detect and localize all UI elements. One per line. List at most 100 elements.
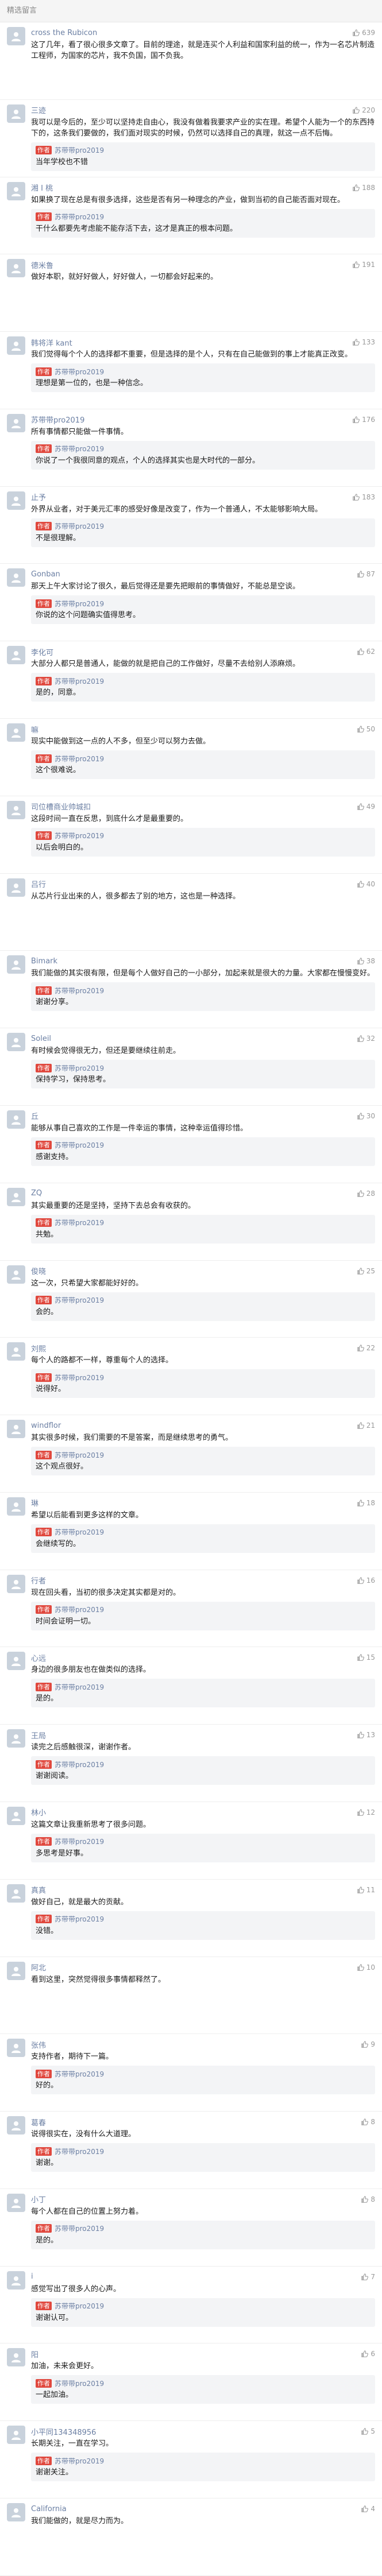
commenter-name[interactable]: 嘛 — [31, 724, 357, 735]
avatar[interactable] — [7, 2503, 25, 2521]
commenter-name[interactable]: 丘 — [31, 1110, 357, 1121]
like-button[interactable]: 8 — [361, 2118, 375, 2126]
commenter-name[interactable]: 行者 — [31, 1575, 357, 1586]
like-button[interactable]: 38 — [357, 957, 375, 965]
like-button[interactable]: 40 — [357, 880, 375, 888]
avatar[interactable] — [7, 1420, 25, 1439]
like-button[interactable]: 8 — [361, 2195, 375, 2203]
avatar[interactable] — [7, 27, 25, 45]
commenter-name[interactable]: windflor — [31, 1421, 357, 1430]
commenter-name[interactable]: 司位槽商业帅城扣 — [31, 801, 357, 812]
like-button[interactable]: 11 — [357, 1886, 375, 1894]
like-button[interactable]: 87 — [357, 570, 375, 578]
like-button[interactable]: 188 — [352, 184, 375, 192]
like-button[interactable]: 220 — [352, 106, 375, 114]
like-button[interactable]: 639 — [352, 29, 375, 37]
like-button[interactable]: 32 — [357, 1035, 375, 1043]
like-button[interactable]: 18 — [357, 1499, 375, 1507]
commenter-name[interactable]: 吕行 — [31, 878, 357, 889]
like-button[interactable]: 12 — [357, 1808, 375, 1816]
commenter-name[interactable]: 苏带带pro2019 — [31, 414, 352, 425]
like-button[interactable]: 6 — [361, 2350, 375, 2358]
avatar[interactable] — [7, 1806, 25, 1825]
like-button[interactable]: 62 — [357, 648, 375, 656]
commenter-name[interactable]: 林小 — [31, 1807, 357, 1818]
like-button[interactable]: 133 — [352, 338, 375, 346]
avatar[interactable] — [7, 2426, 25, 2445]
avatar[interactable] — [7, 723, 25, 742]
like-button[interactable]: 7 — [361, 2273, 375, 2281]
like-button[interactable]: 49 — [357, 803, 375, 811]
avatar[interactable] — [7, 1884, 25, 1903]
commenter-name[interactable]: Soleil — [31, 1035, 357, 1043]
avatar[interactable] — [7, 1652, 25, 1671]
commenter-name[interactable]: 韩将洋 kant — [31, 337, 352, 348]
like-button[interactable]: 21 — [357, 1421, 375, 1430]
avatar[interactable] — [7, 1574, 25, 1593]
commenter-name[interactable]: 刘熙 — [31, 1343, 357, 1354]
commenter-name[interactable]: i — [31, 2272, 361, 2281]
commenter-name[interactable]: 俊晓 — [31, 1265, 357, 1276]
like-button[interactable]: 28 — [357, 1190, 375, 1198]
avatar[interactable] — [7, 1265, 25, 1284]
commenter-name[interactable]: California — [31, 2505, 361, 2513]
avatar[interactable] — [7, 1729, 25, 1748]
commenter-name[interactable]: 三迹 — [31, 104, 352, 115]
like-button[interactable]: 50 — [357, 725, 375, 733]
commenter-name[interactable]: 心远 — [31, 1652, 357, 1663]
like-button[interactable]: 16 — [357, 1576, 375, 1585]
commenter-name[interactable]: cross the Rubicon — [31, 29, 352, 37]
like-button[interactable]: 30 — [357, 1112, 375, 1120]
commenter-name[interactable]: 琳 — [31, 1497, 357, 1508]
avatar[interactable] — [7, 2116, 25, 2135]
avatar[interactable] — [7, 2193, 25, 2212]
avatar[interactable] — [7, 568, 25, 587]
commenter-name[interactable]: 真真 — [31, 1884, 357, 1895]
avatar[interactable] — [7, 1342, 25, 1361]
avatar[interactable] — [7, 413, 25, 432]
avatar[interactable] — [7, 1961, 25, 1980]
avatar[interactable] — [7, 181, 25, 200]
avatar[interactable] — [7, 1187, 25, 1206]
avatar[interactable] — [7, 878, 25, 897]
commenter-name[interactable]: 张伟 — [31, 2039, 361, 2050]
commenter-name[interactable]: 阿北 — [31, 1962, 357, 1973]
commenter-name[interactable]: ZQ — [31, 1189, 357, 1198]
avatar[interactable] — [7, 955, 25, 974]
commenter-name[interactable]: 止予 — [31, 491, 352, 502]
commenter-name[interactable]: 小平同134348956 — [31, 2426, 361, 2437]
like-button[interactable]: 4 — [361, 2505, 375, 2513]
avatar[interactable] — [7, 491, 25, 510]
like-button[interactable]: 22 — [357, 1344, 375, 1352]
avatar[interactable] — [7, 2348, 25, 2367]
avatar[interactable] — [7, 259, 25, 278]
commenter-name[interactable]: 小丁 — [31, 2194, 361, 2205]
avatar[interactable] — [7, 1110, 25, 1129]
avatar[interactable] — [7, 336, 25, 355]
avatar[interactable] — [7, 1497, 25, 1516]
like-button[interactable]: 9 — [361, 2040, 375, 2048]
like-button[interactable]: 13 — [357, 1731, 375, 1739]
like-button[interactable]: 5 — [361, 2427, 375, 2435]
avatar[interactable] — [7, 2039, 25, 2058]
commenter-name[interactable]: 李化可 — [31, 646, 357, 657]
commenter-name[interactable]: 王局 — [31, 1730, 357, 1741]
avatar[interactable] — [7, 2271, 25, 2290]
commenter-name[interactable]: Bimark — [31, 957, 357, 966]
avatar[interactable] — [7, 1033, 25, 1052]
commenter-name[interactable]: Gonban — [31, 570, 357, 579]
avatar[interactable] — [7, 646, 25, 665]
like-button[interactable]: 10 — [357, 1963, 375, 1971]
like-button[interactable]: 191 — [352, 261, 375, 269]
commenter-name[interactable]: 德米鲁 — [31, 259, 352, 270]
commenter-name[interactable]: 葛春 — [31, 2117, 361, 2128]
like-button[interactable]: 25 — [357, 1267, 375, 1275]
like-button[interactable]: 15 — [357, 1653, 375, 1661]
commenter-name[interactable]: 阳 — [31, 2349, 361, 2360]
like-button[interactable]: 176 — [352, 416, 375, 424]
reply-author-name: 苏带带pro2019 — [55, 1373, 105, 1382]
like-button[interactable]: 183 — [352, 493, 375, 501]
commenter-name[interactable]: 湘 I 桃 — [31, 182, 352, 193]
avatar[interactable] — [7, 800, 25, 819]
avatar[interactable] — [7, 104, 25, 123]
